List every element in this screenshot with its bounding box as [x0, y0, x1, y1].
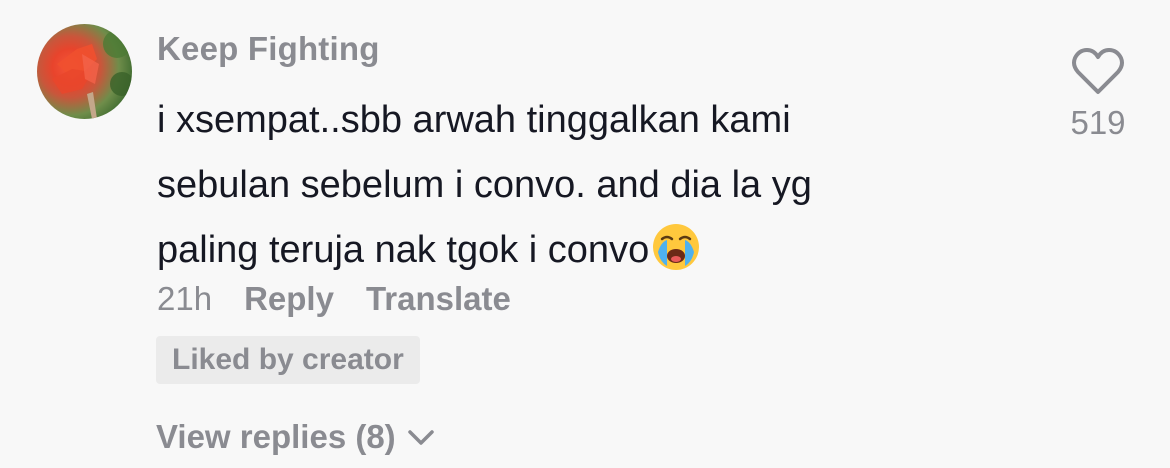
- comment-meta: 21h Reply Translate: [157, 279, 511, 319]
- comment-text: i xsempat..sbb arwah tinggalkan kami seb…: [157, 88, 1017, 283]
- comment-text-line: sebulan sebelum i convo. and dia la yg: [157, 164, 812, 206]
- like-count: 519: [1070, 104, 1126, 141]
- liked-by-creator-badge: Liked by creator: [156, 336, 420, 384]
- comment-text-line: i xsempat..sbb arwah tinggalkan kami: [157, 99, 791, 141]
- avatar[interactable]: [37, 24, 132, 119]
- translate-button[interactable]: Translate: [366, 280, 511, 318]
- comment-text-line: paling teruja nak tgok i convo: [157, 218, 1017, 283]
- view-replies-label: View replies (8): [156, 418, 396, 455]
- username[interactable]: Keep Fighting: [157, 30, 380, 68]
- view-replies-button[interactable]: View replies (8): [156, 418, 436, 456]
- comment-item: Keep Fighting i xsempat..sbb arwah tingg…: [0, 0, 1170, 468]
- like-column: 519: [1065, 46, 1131, 142]
- comment-text-line-content: paling teruja nak tgok i convo: [157, 229, 650, 271]
- loudly-crying-face-emoji-icon: [653, 224, 700, 270]
- comment-time: 21h: [157, 280, 213, 317]
- chevron-down-icon: [407, 430, 434, 445]
- heart-icon[interactable]: [1070, 46, 1126, 96]
- reply-button[interactable]: Reply: [244, 280, 334, 318]
- avatar-flower-image: [52, 30, 132, 119]
